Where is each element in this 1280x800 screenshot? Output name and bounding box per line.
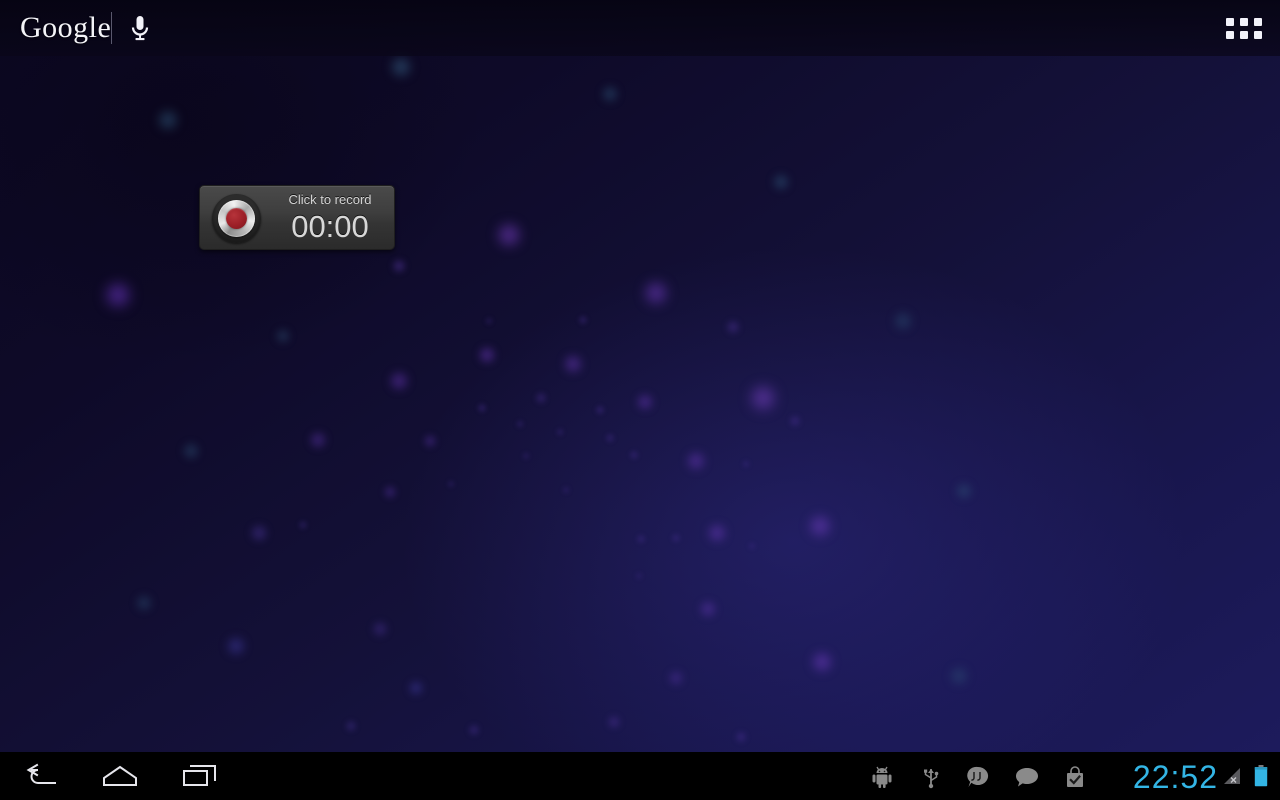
bokeh-dot — [578, 315, 588, 325]
bokeh-dot — [468, 724, 480, 736]
bokeh-dot — [635, 572, 643, 580]
bokeh-dot — [250, 524, 268, 542]
bokeh-dot — [423, 434, 437, 448]
bokeh-dot — [726, 320, 740, 334]
bokeh-dot — [605, 433, 615, 443]
home-icon — [103, 765, 137, 786]
apps-grid-cell — [1240, 17, 1248, 26]
recorder-status-label: Click to record — [288, 192, 372, 207]
bokeh-dot — [275, 328, 291, 344]
bokeh-dot — [563, 354, 583, 374]
bokeh-dot — [345, 720, 357, 732]
play-store-icon[interactable] — [1062, 764, 1088, 790]
apps-grid-icon[interactable] — [1226, 13, 1262, 43]
bokeh-dot — [392, 259, 406, 273]
android-home-screen: Google Click to record 00:00 22:52 — [0, 0, 1280, 800]
message-icon[interactable] — [1014, 764, 1040, 790]
bokeh-dot — [668, 670, 684, 686]
speech-bubble-icon — [1016, 768, 1038, 787]
bokeh-dot — [298, 520, 308, 530]
nav-recents-button[interactable] — [167, 752, 233, 800]
google-search-bar: Google — [0, 0, 1280, 56]
bokeh-dot — [636, 534, 646, 544]
bokeh-dot — [893, 311, 913, 331]
bokeh-dot — [535, 392, 547, 404]
apps-grid-cell — [1240, 30, 1248, 39]
no-signal-icon[interactable] — [1222, 767, 1242, 785]
bokeh-dot — [390, 56, 412, 78]
apps-grid-cell — [1226, 30, 1234, 39]
talk-icon[interactable] — [965, 764, 991, 790]
apps-grid-cell — [1254, 30, 1262, 39]
bokeh-dot — [556, 428, 564, 436]
bokeh-dot — [372, 621, 388, 637]
bokeh-dot — [607, 715, 621, 729]
bokeh-dot — [772, 173, 790, 191]
bokeh-dot — [485, 317, 493, 325]
bokeh-dot — [595, 405, 605, 415]
sound-recorder-widget[interactable]: Click to record 00:00 — [199, 185, 395, 250]
google-logo[interactable]: Google — [20, 11, 111, 45]
microphone-icon — [131, 16, 149, 41]
bokeh-dot — [477, 403, 487, 413]
bokeh-dot — [562, 486, 570, 494]
bokeh-dot — [135, 594, 153, 612]
bokeh-dot — [182, 442, 200, 460]
bokeh-dot — [671, 533, 681, 543]
recents-icon — [183, 765, 216, 786]
apps-grid-cell — [1254, 17, 1262, 26]
bokeh-dot — [735, 731, 747, 743]
bokeh-dot — [742, 460, 750, 468]
bokeh-dot — [226, 636, 246, 656]
bokeh-dot — [686, 451, 706, 471]
status-clock[interactable]: 22:52 — [1133, 760, 1218, 794]
bokeh-dot — [408, 680, 424, 696]
usb-connector-icon — [924, 769, 939, 789]
bokeh-dot — [636, 393, 654, 411]
talk-bubble-icon — [967, 766, 989, 787]
bokeh-dot — [748, 542, 756, 550]
wallpaper[interactable] — [0, 0, 1280, 752]
bokeh-dot — [749, 384, 777, 412]
system-bar: 22:52 — [0, 752, 1280, 800]
wallpaper-glow — [0, 0, 1280, 752]
bokeh-dot — [516, 420, 524, 428]
bokeh-dot — [447, 480, 455, 488]
nav-home-button[interactable] — [87, 752, 153, 800]
bokeh-dot — [496, 222, 522, 248]
bokeh-dot — [629, 450, 639, 460]
bokeh-dot — [157, 109, 179, 131]
battery-full-icon[interactable] — [1254, 765, 1268, 787]
bokeh-dot — [808, 514, 832, 538]
bokeh-dot — [955, 482, 973, 500]
record-button-dot — [226, 208, 247, 229]
bokeh-dot — [601, 85, 619, 103]
bokeh-dot — [699, 600, 717, 618]
bokeh-dot — [383, 485, 397, 499]
android-debug-icon[interactable] — [869, 764, 895, 790]
usb-icon[interactable] — [918, 764, 944, 790]
bokeh-dot — [309, 431, 327, 449]
search-divider — [111, 12, 112, 44]
bokeh-dot — [522, 452, 530, 460]
bokeh-dot — [643, 280, 669, 306]
bokeh-dot — [789, 415, 801, 427]
record-button-icon[interactable] — [212, 194, 261, 243]
bokeh-dot — [389, 371, 409, 391]
bokeh-dot — [949, 666, 969, 686]
bokeh-dot — [478, 346, 496, 364]
bokeh-dot — [707, 523, 727, 543]
recorder-timer: 00:00 — [291, 209, 369, 244]
bokeh-dot — [811, 651, 833, 673]
back-arrow-icon — [26, 763, 56, 784]
apps-grid-cell — [1226, 17, 1234, 26]
android-robot-icon — [872, 766, 892, 788]
nav-back-button[interactable] — [8, 752, 74, 800]
voice-search-button[interactable] — [120, 8, 160, 48]
shopping-bag-check-icon — [1067, 766, 1083, 787]
bokeh-dot — [104, 281, 132, 309]
